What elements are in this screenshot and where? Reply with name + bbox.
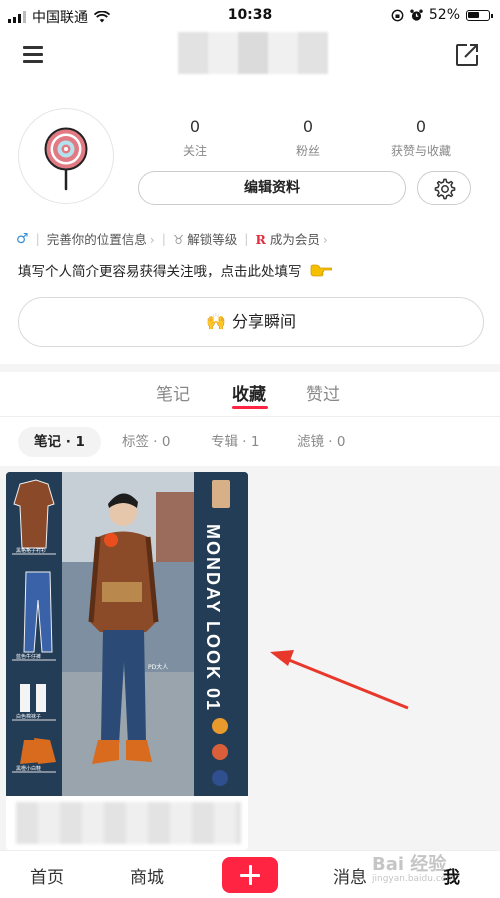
location-tag[interactable]: 完善你的位置信息 ›	[47, 229, 155, 248]
red-arrow-annotation	[270, 650, 409, 710]
followers-label: 粉丝	[295, 144, 320, 158]
nav-home[interactable]: 首页	[30, 863, 64, 888]
gender-male-icon[interactable]: ♂	[16, 231, 29, 247]
note-cover-image[interactable]: MONDAY LOOK 01 黑格格子衬衫 蓝色牛仔裤 白色棉袜子 黑橙小白鞋 …	[6, 472, 248, 796]
nav-messages[interactable]: 消息	[333, 863, 367, 888]
blurred-username	[178, 32, 328, 74]
photo-caption: PD大人	[148, 664, 169, 671]
rotation-lock-icon	[391, 9, 404, 21]
watermark-sub: jingyan.baidu.com	[372, 874, 456, 884]
baidu-watermark: Bai 经验 jingyan.baidu.com	[372, 850, 455, 884]
avatar[interactable]	[18, 108, 114, 204]
followers-count: 0	[302, 117, 314, 136]
stat-likes[interactable]: 0 获赞与收藏	[376, 117, 466, 159]
gear-icon	[434, 178, 456, 200]
filter-tags[interactable]: 标签 · 0	[122, 427, 170, 457]
level-label: 解锁等级	[187, 232, 238, 247]
member-label: 成为会员	[269, 232, 320, 247]
stat-following[interactable]: 0 关注	[150, 117, 240, 159]
card-vertical-title: MONDAY LOOK 01	[203, 524, 223, 713]
following-label: 关注	[182, 144, 207, 158]
medal-icon: ♉	[173, 232, 185, 247]
location-label: 完善你的位置信息	[46, 232, 147, 247]
tab-liked[interactable]: 赞过	[306, 380, 340, 405]
edit-profile-button[interactable]: 编辑资料	[138, 171, 406, 205]
stat-followers[interactable]: 0 粉丝	[263, 117, 353, 159]
following-count: 0	[189, 117, 201, 136]
battery-percent: 52%	[428, 7, 460, 23]
tabs-divider	[0, 416, 500, 417]
member-tag[interactable]: R 成为会员 ›	[255, 229, 327, 248]
raised-hands-icon: 🙌	[206, 312, 226, 331]
blurred-card-title	[16, 802, 241, 844]
tab-notes[interactable]: 笔记	[156, 380, 190, 405]
battery-icon	[466, 9, 493, 21]
share-icon[interactable]	[454, 42, 480, 68]
likes-count: 0	[415, 117, 427, 136]
chevron-right-icon: ›	[149, 232, 155, 247]
bio-prompt[interactable]: 填写个人简介更容易获得关注哦，点击此处填写	[18, 260, 332, 280]
share-moment-button[interactable]: 🙌 分享瞬间	[18, 297, 484, 347]
section-divider	[0, 364, 500, 372]
tab-collections[interactable]: 收藏	[232, 380, 266, 405]
pointing-hand-icon	[310, 264, 332, 277]
watermark-main: Bai 经验	[372, 854, 447, 875]
clothes-label-jeans: 蓝色牛仔裤	[16, 654, 42, 660]
active-tab-indicator	[232, 406, 268, 409]
post-plus-button[interactable]	[222, 857, 278, 893]
share-moment-label: 分享瞬间	[231, 312, 296, 331]
level-tag[interactable]: ♉ 解锁等级	[173, 229, 237, 248]
profile-tags: ♂ | 完善你的位置信息 › | ♉ 解锁等级 | R 成为会员 ›	[16, 229, 328, 248]
settings-button[interactable]	[417, 171, 471, 205]
note-card[interactable]: MONDAY LOOK 01 黑格格子衬衫 蓝色牛仔裤 白色棉袜子 黑橙小白鞋 …	[6, 472, 248, 850]
clothes-label-shoes: 黑橙小白鞋	[16, 766, 42, 772]
clothes-label-socks: 白色棉袜子	[16, 714, 42, 720]
filter-notes[interactable]: 笔记 · 1	[18, 427, 101, 457]
bio-text: 填写个人简介更容易获得关注哦，点击此处填写	[18, 264, 302, 280]
alarm-icon	[410, 9, 423, 21]
nav-shop[interactable]: 商城	[130, 863, 164, 888]
chevron-right-icon: ›	[322, 232, 328, 247]
nav-bar	[0, 32, 500, 80]
member-r-icon: R	[255, 232, 266, 247]
likes-label: 获赞与收藏	[390, 144, 451, 158]
menu-icon[interactable]	[23, 46, 43, 63]
clothes-label-shirt: 黑格格子衬衫	[16, 548, 47, 554]
filter-filters[interactable]: 滤镜 · 0	[297, 427, 345, 457]
status-bar: 中国联通 10:38 52%	[0, 0, 500, 32]
filter-albums[interactable]: 专辑 · 1	[211, 427, 259, 457]
lollipop-avatar-icon	[44, 127, 88, 191]
